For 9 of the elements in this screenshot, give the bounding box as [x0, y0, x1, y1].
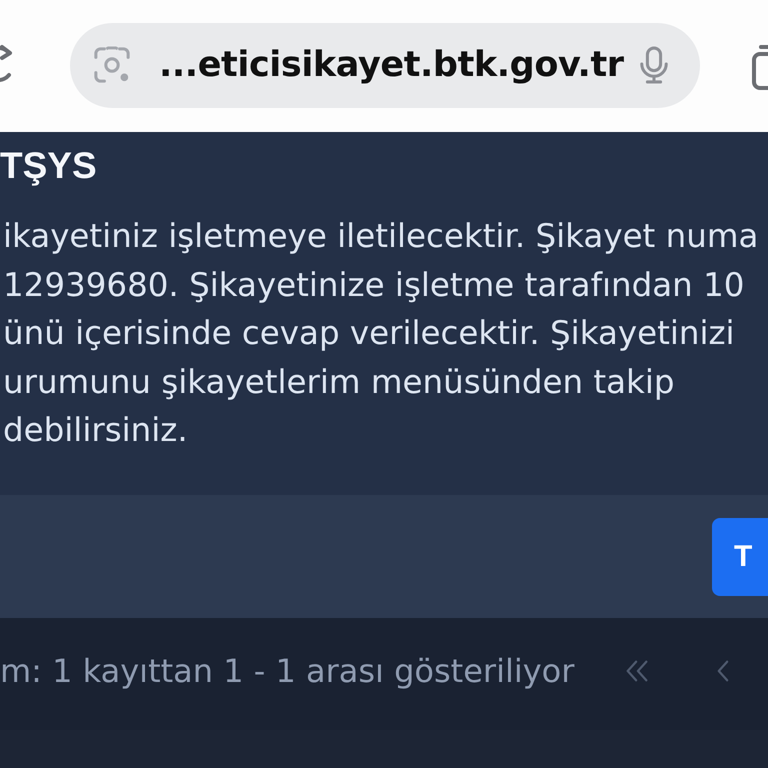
message-text: ikayetiniz işletmeye iletilecektir. Şikayet numa 12939680. Şikayetinize işletme tarafından 10 ünü içerisinde cevap verilecektir. Şikayetinizi urumunu şikayetlerim menüsünden takip debilirsiniz.: [3, 216, 758, 451]
dialog-title: TŞYS: [0, 144, 97, 188]
dialog-button[interactable]: T: [712, 518, 768, 596]
record-summary-text: m: 1 kayıttan 1 - 1 arası gösteriliyor: [0, 652, 574, 690]
url-text[interactable]: ...eticisikayet.btk.gov.tr: [159, 45, 624, 85]
address-bar[interactable]: ...eticisikayet.btk.gov.tr: [70, 22, 700, 108]
tabs-icon[interactable]: [752, 42, 768, 90]
camera-search-icon[interactable]: [93, 46, 131, 84]
microphone-icon[interactable]: [638, 46, 670, 84]
